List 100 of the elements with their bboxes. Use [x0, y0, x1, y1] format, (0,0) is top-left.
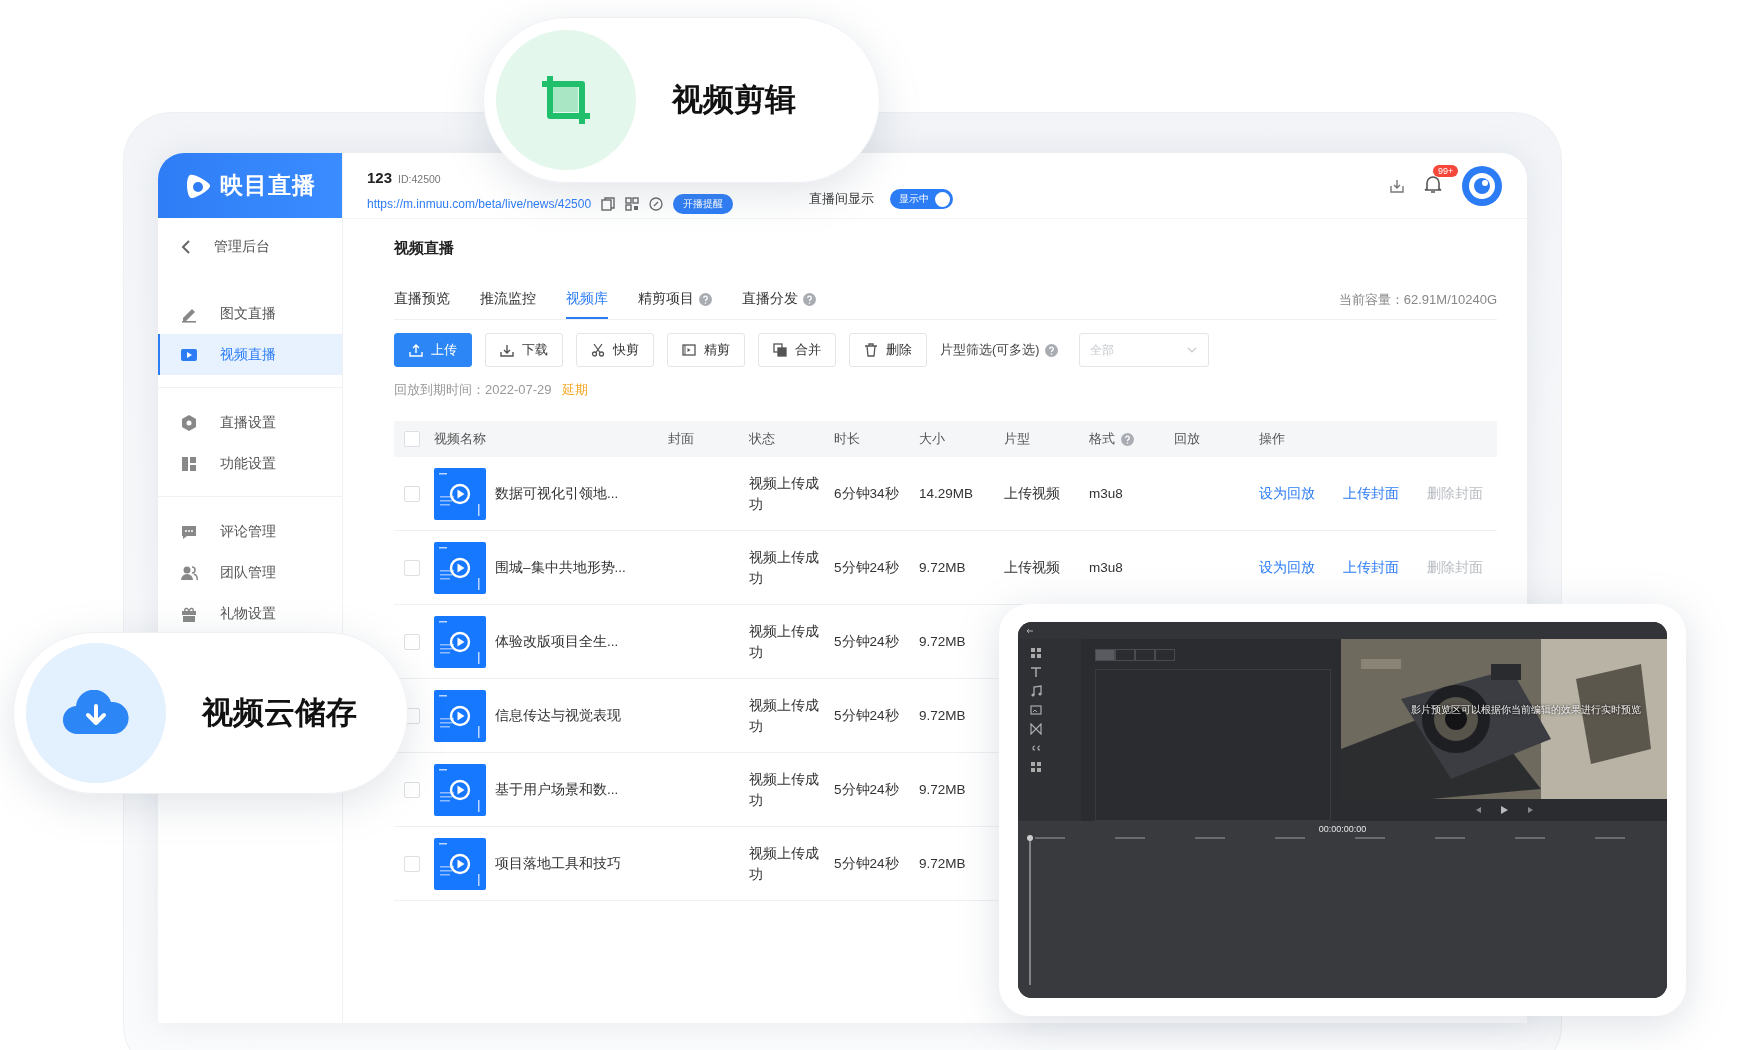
room-name: 123	[367, 169, 393, 186]
duration-text: 5分钟24秒	[834, 633, 899, 649]
callout-label: 视频剪辑	[672, 81, 796, 119]
video-name: 信息传达与视觉表现	[495, 706, 621, 725]
sidebar-item[interactable]: 视频直播	[158, 334, 342, 375]
column-header: 视频名称	[434, 430, 486, 448]
size-text: 9.72MB	[919, 560, 966, 575]
remind-button[interactable]: 开播提醒	[673, 194, 734, 214]
column-header: 回放	[1174, 430, 1200, 448]
help-icon	[1121, 432, 1134, 446]
status-text: 视频上传成功	[749, 474, 820, 514]
playhead[interactable]	[1027, 835, 1033, 985]
action-link[interactable]: 上传封面	[1343, 484, 1399, 503]
back-arrow-icon[interactable]	[1026, 627, 1034, 634]
sidebar-item[interactable]: 功能设置	[158, 443, 342, 484]
qr-code-icon[interactable]	[625, 197, 640, 211]
video-name: 体验改版项目全生...	[495, 632, 619, 651]
film-icon	[682, 343, 696, 357]
toolbar-button[interactable]: 上传	[394, 333, 472, 367]
bell-icon[interactable]	[1423, 174, 1443, 194]
duration-text: 6分钟34秒	[834, 485, 899, 501]
checkbox[interactable]	[404, 633, 420, 650]
size-text: 9.72MB	[919, 782, 966, 797]
toolbar-button[interactable]: 精剪	[667, 333, 745, 367]
sidebar-item[interactable]: 团队管理	[158, 552, 342, 593]
video-name: 基于用户场景和数...	[495, 780, 619, 799]
help-icon	[1045, 343, 1059, 357]
toolbar-button[interactable]: 快剪	[576, 333, 654, 367]
status-text: 视频上传成功	[749, 548, 820, 588]
column-header: 操作	[1259, 430, 1285, 448]
tab[interactable]: 视频库	[566, 281, 608, 319]
format-text: m3u8	[1089, 560, 1123, 575]
checkbox[interactable]	[404, 855, 420, 872]
video-name: 项目落地工具和技巧	[495, 854, 621, 873]
transition-icon	[1030, 723, 1042, 735]
duration-text: 5分钟24秒	[834, 559, 899, 575]
back-icon	[180, 239, 192, 254]
status-text: 视频上传成功	[749, 622, 820, 662]
type-text: 上传视频	[1004, 559, 1060, 575]
callout-label: 视频云储存	[202, 694, 357, 732]
column-header: 格式	[1089, 430, 1115, 448]
grid-icon	[1030, 761, 1042, 773]
action-link[interactable]: 上传封面	[1343, 558, 1399, 577]
action-link[interactable]: 设为回放	[1259, 484, 1315, 503]
tab[interactable]: 精剪项目	[638, 281, 712, 319]
toolbar-button[interactable]: 下载	[485, 333, 563, 367]
hexagon-icon	[180, 413, 198, 432]
duration-text: 5分钟24秒	[834, 707, 899, 723]
copy-icon[interactable]	[601, 197, 616, 211]
upload-icon	[409, 343, 423, 357]
column-header: 大小	[919, 430, 945, 448]
checkbox[interactable]	[404, 781, 420, 798]
help-icon	[803, 292, 816, 306]
display-toggle[interactable]: 显示中	[890, 189, 954, 209]
play-icon[interactable]	[1499, 805, 1509, 815]
preview-caption: 影片预览区可以根据你当前编辑的效果进行实时预览	[1411, 703, 1641, 717]
help-icon	[699, 292, 712, 306]
download-icon[interactable]	[1389, 177, 1405, 194]
timecode: 00:00:00:00	[1318, 824, 1367, 834]
logo-text: 映目直播	[220, 171, 316, 200]
duration-text: 5分钟24秒	[834, 855, 899, 871]
checkbox[interactable]	[404, 431, 420, 447]
subtitle-icon	[1030, 742, 1042, 754]
column-header: 状态	[749, 430, 775, 448]
display-label: 直播间显示	[809, 190, 875, 208]
status-text: 视频上传成功	[749, 696, 820, 736]
trash-icon	[864, 343, 878, 357]
sidebar-item[interactable]: 直播设置	[158, 402, 342, 443]
download-icon	[500, 343, 514, 357]
tab[interactable]: 直播分发	[742, 281, 816, 319]
checkbox[interactable]	[404, 559, 420, 576]
sidebar-item[interactable]: 评论管理	[158, 511, 342, 552]
avatar-icon[interactable]	[1461, 164, 1503, 207]
sticker-icon	[1030, 704, 1042, 716]
checkbox[interactable]	[404, 485, 420, 502]
status-text: 视频上传成功	[749, 770, 820, 810]
text-icon	[1030, 666, 1042, 678]
toolbar-button[interactable]: 合并	[758, 333, 836, 367]
tab[interactable]: 推流监控	[480, 281, 536, 319]
size-text: 9.72MB	[919, 708, 966, 723]
column-header: 封面	[668, 430, 694, 448]
status-text: 视频上传成功	[749, 844, 820, 884]
room-url[interactable]: https://m.inmuu.com/beta/live/news/42500	[367, 197, 592, 211]
grid-icon	[1030, 647, 1042, 659]
video-name: 数据可视化引领地...	[495, 484, 619, 503]
notification-badge: 99+	[1433, 165, 1459, 177]
back-link[interactable]: 管理后台	[158, 226, 342, 267]
sidebar-item[interactable]: 礼物设置	[158, 593, 342, 634]
skip-forward-icon[interactable]	[1526, 806, 1535, 814]
duration-text: 5分钟24秒	[834, 781, 899, 797]
toolbar-button[interactable]: 删除	[849, 333, 927, 367]
sidebar-item[interactable]: 图文直播	[158, 293, 342, 334]
tab[interactable]: 直播预览	[394, 281, 450, 319]
format-text: m3u8	[1089, 486, 1123, 501]
size-text: 14.29MB	[919, 486, 974, 501]
people-icon	[180, 563, 198, 582]
action-link[interactable]: 设为回放	[1259, 558, 1315, 577]
scissors-icon	[591, 343, 605, 357]
expiry-date: 回放到期时间：2022-07-29	[394, 381, 552, 399]
size-text: 9.72MB	[919, 634, 966, 649]
